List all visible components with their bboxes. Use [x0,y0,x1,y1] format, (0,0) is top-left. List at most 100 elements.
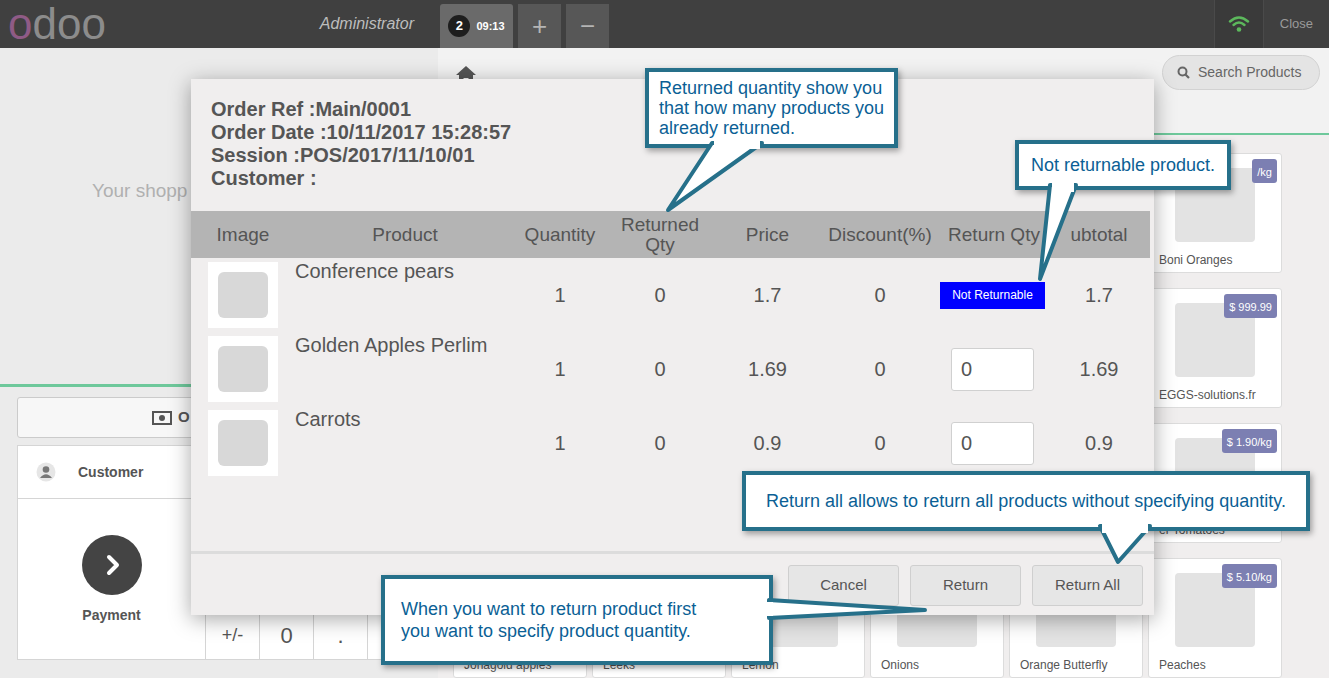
price-value: 0.9 [754,428,782,458]
subtotal-value: 0.9 [1085,428,1113,458]
returned-value: 0 [654,428,665,458]
callout: Not returnable product. [1015,140,1231,190]
product-name: Golden Apples Perlim [295,334,487,356]
column-header: ubtotal [1070,225,1127,245]
product-name: Orange Butterfly [1020,658,1107,672]
search-box[interactable] [1162,55,1320,90]
price-tag: $ 5.10/kg [1222,564,1277,588]
remove-order-button[interactable]: − [566,4,609,48]
customer-button[interactable]: Customer [18,446,205,499]
product-image [208,262,278,328]
brand-area: odooAdministrator [0,0,438,48]
payment-label: Payment [82,607,140,623]
discount-value: 0 [874,354,885,384]
price-tag: /kg [1252,159,1277,183]
column-header: Price [746,225,789,245]
discount-value: 0 [874,280,885,310]
odoo-logo: odoo [0,2,106,46]
customer: Customer : [211,167,1154,190]
subtotal-value: 1.7 [1085,280,1113,310]
callout-text: Return all allows to return all products… [766,489,1286,513]
return-qty-input[interactable] [951,348,1034,391]
column-header: Image [217,225,270,245]
callout-pointer [1040,185,1076,279]
return-qty-input[interactable] [951,422,1034,465]
price-tag: $ 999.99 [1224,294,1277,318]
return-qty-cell [940,332,1048,406]
wifi-icon [1228,15,1250,33]
product-name: Boni Oranges [1159,253,1232,267]
top-bar: odooAdministrator 2 09:13 + − Close [0,0,1329,48]
table-header: Image Product Quantity Returned Qty Price Dis… [191,211,1150,258]
column-header: Returned Qty [605,215,715,255]
discount-value: 0 [874,428,885,458]
logo-part: o [8,0,32,48]
user-icon [36,462,56,482]
callout-pointer [1100,526,1150,562]
price-value: 1.69 [748,354,787,384]
order-tabs: 2 09:13 + − [438,0,609,48]
payment-button[interactable]: Payment [18,499,205,659]
numpad-key-label: . [337,619,343,652]
button-label: Return All [1055,574,1120,597]
callout-pointer [769,600,925,618]
subtotal-value: 1.69 [1080,354,1119,384]
numpad-key[interactable]: +/- [206,611,260,659]
close-button[interactable]: Close [1263,0,1329,48]
return-qty-cell [940,406,1048,480]
quantity-value: 1 [554,280,565,310]
close-label: Close [1280,14,1313,34]
add-order-button[interactable]: + [518,4,561,48]
search-icon [1177,66,1190,79]
dialog-button[interactable]: Return All [1032,565,1143,606]
callout: Returned quantity show youthat how many … [645,68,898,148]
badge-label: Not Returnable [952,286,1033,304]
callout-pointer [668,143,762,210]
price-label: $ 5.10/kg [1227,571,1272,583]
quantity-value: 1 [554,354,565,384]
product-card[interactable]: Peaches$ 5.10/kg [1148,558,1282,678]
chevron-right-icon [100,553,124,577]
column-header: Discount(%) [828,225,931,245]
returned-value: 0 [654,280,665,310]
callout-text: When you want to return product first [401,598,753,620]
product-image [208,410,278,476]
product-name: Conference pears [295,260,454,282]
remove-order-label: − [580,13,595,39]
quantity-value: 1 [554,428,565,458]
callout-text: already returned. [659,118,884,138]
price-value: 1.7 [754,280,782,310]
callout-text: that how many products you [659,98,884,118]
search-input[interactable] [1198,62,1316,83]
product-name: EGGS-solutions.fr [1159,388,1256,402]
price-label: $ 1.90/kg [1227,436,1272,448]
dialog-button[interactable]: Cancel [788,565,899,606]
column-header: Quantity [525,225,596,245]
column-header: Product [372,225,437,245]
order-number: 2 [456,16,463,36]
order-line: Carrots 1 0 0.9 0 0.9 [191,406,1150,480]
returned-value: 0 [654,354,665,384]
price-label: /kg [1257,166,1272,178]
order-button-label: O [178,406,190,429]
order-line: Conference pears 1 0 1.7 0 Not Returnable 1.7 [191,258,1150,332]
price-tag: $ 1.90/kg [1222,429,1277,453]
customer-label: Customer [78,462,143,483]
product-name: Carrots [295,408,361,430]
callout: Return all allows to return all products… [742,471,1310,531]
add-order-label: + [532,13,547,39]
order-time: 09:13 [476,18,504,35]
order-tab[interactable]: 2 09:13 [440,4,513,48]
dialog-button[interactable]: Return [910,565,1021,606]
cash-icon [152,411,172,425]
numpad-key[interactable]: . [314,611,368,659]
numpad-key-label: 0 [280,619,292,652]
return-qty-cell: Not Returnable [940,258,1048,332]
not-returnable-badge: Not Returnable [940,282,1045,309]
product-name: Onions [881,658,919,672]
return-dialog: Order Ref :Main/0001Order Date :10/11/20… [191,79,1154,615]
callout-pointers [0,0,1329,678]
numpad-key[interactable]: 0 [260,611,314,659]
order-line: Golden Apples Perlim 1 0 1.69 0 1.69 [191,332,1150,406]
product-card[interactable]: EGGS-solutions.fr $ 999.99 [1148,288,1282,408]
